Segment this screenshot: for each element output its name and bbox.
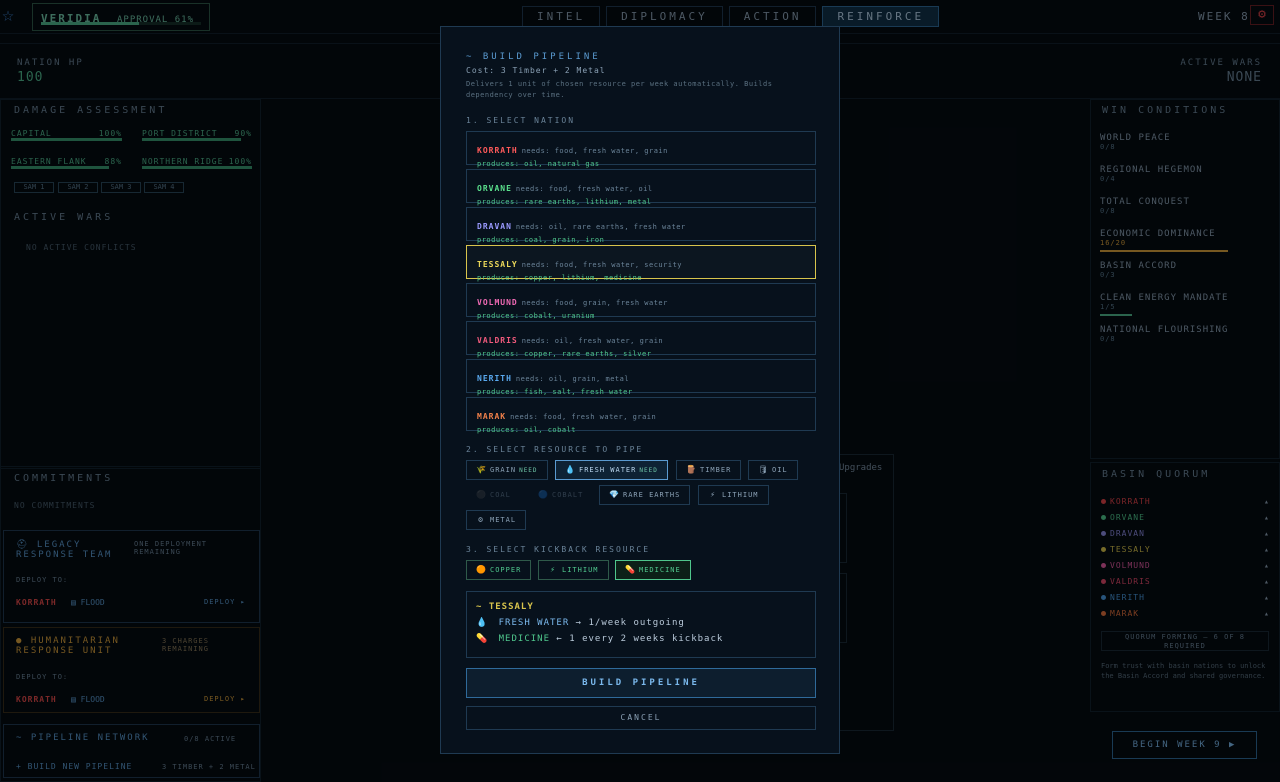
kickback-option-lithium[interactable]: ⚡ LITHIUM [538,560,609,580]
nation-needs: needs: oil, grain, metal [515,375,630,383]
resource-icon: 💎 [609,490,620,499]
resource-option-oil[interactable]: 🛢 OIL [748,460,798,480]
nation-produces: produces: oil, cobalt [477,426,577,434]
nation-needs: needs: oil, rare earths, fresh water [515,223,686,231]
modal-cost: Cost: 3 Timber + 2 Metal [466,66,606,75]
nation-line: TESSALY needs: food, fresh water, securit… [477,252,805,271]
nation-line: VOLMUND needs: food, grain, fresh water [477,290,805,309]
section-select-nation: 1. SELECT NATION [466,116,576,125]
summary-in-resource: MEDICINE [498,634,550,644]
nation-option-nerith[interactable]: NERITH needs: oil, grain, metal produces: … [466,359,816,396]
resource-option-coal: ⚫ COAL [466,485,521,505]
resource-icon: 💧 [565,465,576,474]
kickback-label: MEDICINE [639,566,681,574]
cancel-button[interactable]: CANCEL [466,706,816,730]
nation-name: VOLMUND [477,298,518,307]
resource-label: TIMBER [700,466,732,474]
kickback-icon: 🟠 [476,565,487,574]
need-badge: NEED [639,467,658,474]
modal-description: Delivers 1 unit of chosen resource per w… [466,80,773,99]
nation-name: ORVANE [477,184,512,193]
nation-name: DRAVAN [477,222,512,231]
nation-line: DRAVAN needs: oil, rare earths, fresh wat… [477,214,805,233]
resource-label: FRESH WATER [579,466,637,474]
need-badge: NEED [519,467,538,474]
kickback-option-copper[interactable]: 🟠 COPPER [466,560,532,580]
resource-icon: ⚡ [710,490,716,499]
resource-label: OIL [772,466,788,474]
nation-needs: needs: food, fresh water, security [521,261,683,269]
nation-name: VALDRIS [477,336,518,345]
nation-produces: produces: copper, rare earths, silver [477,350,652,358]
modal-title: ~ BUILD PIPELINE [466,52,601,62]
nation-produces: produces: cobalt, uranium [477,312,595,320]
resource-icon: ⚫ [476,490,487,499]
kickback-label: COPPER [490,566,522,574]
nation-produces: produces: oil, natural gas [477,160,600,168]
summary-nation: ~ TESSALY [476,602,534,612]
nation-option-tessaly[interactable]: TESSALY needs: food, fresh water, securit… [466,245,816,282]
kickback-option-medicine[interactable]: 💊 MEDICINE [615,560,691,580]
resource-icon: ⚙ [478,515,484,524]
nation-needs: needs: food, fresh water, oil [515,185,653,193]
resource-option-cobalt: 🔵 COBALT [528,485,593,505]
resource-icon: 🌾 [476,465,487,474]
section-select-resource: 2. SELECT RESOURCE TO PIPE [466,445,644,454]
nation-name: TESSALY [477,260,518,269]
nation-option-korrath[interactable]: KORRATH needs: food, fresh water, grain pr… [466,131,816,168]
nation-produces: produces: fish, salt, fresh water [477,388,633,396]
nation-line: ORVANE needs: food, fresh water, oil [477,176,805,195]
nation-name: NERITH [477,374,512,383]
resource-label: METAL [490,516,517,524]
nation-option-marak[interactable]: MARAK needs: food, fresh water, grain prod… [466,397,816,434]
resource-icon: 🛢 [758,465,770,474]
nation-produces: produces: coal, grain, iron [477,236,605,244]
resource-label: LITHIUM [722,491,759,499]
resource-label: COAL [490,491,511,499]
resource-label: COBALT [552,491,584,499]
nation-name: MARAK [477,412,507,421]
build-pipeline-button[interactable]: BUILD PIPELINE [466,668,816,698]
nation-produces: produces: rare earths, lithium, metal [477,198,652,206]
resource-option-rare-earths[interactable]: 💎 RARE EARTHS [599,485,691,505]
summary-kickback: 💊 MEDICINE ← 1 every 2 weeks kickback [476,634,806,644]
nation-name: KORRATH [477,146,518,155]
nation-option-volmund[interactable]: VOLMUND needs: food, grain, fresh water pr… [466,283,816,320]
section-select-kickback: 3. SELECT KICKBACK RESOURCE [466,545,651,554]
resource-icon: 🔵 [538,490,549,499]
nation-option-orvane[interactable]: ORVANE needs: food, fresh water, oil produ… [466,169,816,206]
nation-option-valdris[interactable]: VALDRIS needs: oil, fresh water, grain pro… [466,321,816,358]
nation-line: KORRATH needs: food, fresh water, grain [477,138,805,157]
nation-needs: needs: food, grain, fresh water [521,299,668,307]
nation-needs: needs: food, fresh water, grain [510,413,657,421]
resource-option-lithium[interactable]: ⚡ LITHIUM [698,485,769,505]
water-drop-icon: 💧 [476,618,489,628]
summary-out-rate: → 1/week outgoing [575,618,685,628]
nation-line: MARAK needs: food, fresh water, grain [477,404,805,423]
nation-needs: needs: food, fresh water, grain [521,147,668,155]
kickback-icon: 💊 [625,565,636,574]
kickback-label: LITHIUM [562,566,599,574]
resource-label: RARE EARTHS [623,491,681,499]
resource-option-metal[interactable]: ⚙ METAL [466,510,527,530]
summary-outgoing: 💧 FRESH WATER → 1/week outgoing [476,618,806,628]
pipeline-summary: ~ TESSALY 💧 FRESH WATER → 1/week outgoin… [466,591,816,658]
kickback-icon: ⚡ [550,565,556,574]
resource-option-fresh-water[interactable]: 💧 FRESH WATER NEED [555,460,668,480]
nation-produces: produces: copper, lithium, medicine [477,274,643,282]
resource-icon: 🪵 [686,465,697,474]
resource-option-grain[interactable]: 🌾 GRAIN NEED [466,460,548,480]
resource-option-timber[interactable]: 🪵 TIMBER [676,460,742,480]
summary-in-rate: ← 1 every 2 weeks kickback [556,634,724,644]
pill-icon: 💊 [476,634,489,644]
nation-option-dravan[interactable]: DRAVAN needs: oil, rare earths, fresh wat… [466,207,816,244]
nation-line: VALDRIS needs: oil, fresh water, grain [477,328,805,347]
build-pipeline-modal: ~ BUILD PIPELINE Cost: 3 Timber + 2 Meta… [440,26,840,754]
nation-needs: needs: oil, fresh water, grain [521,337,664,345]
resource-label: GRAIN [490,466,517,474]
summary-out-resource: FRESH WATER [498,618,570,628]
nation-line: NERITH needs: oil, grain, metal [477,366,805,385]
